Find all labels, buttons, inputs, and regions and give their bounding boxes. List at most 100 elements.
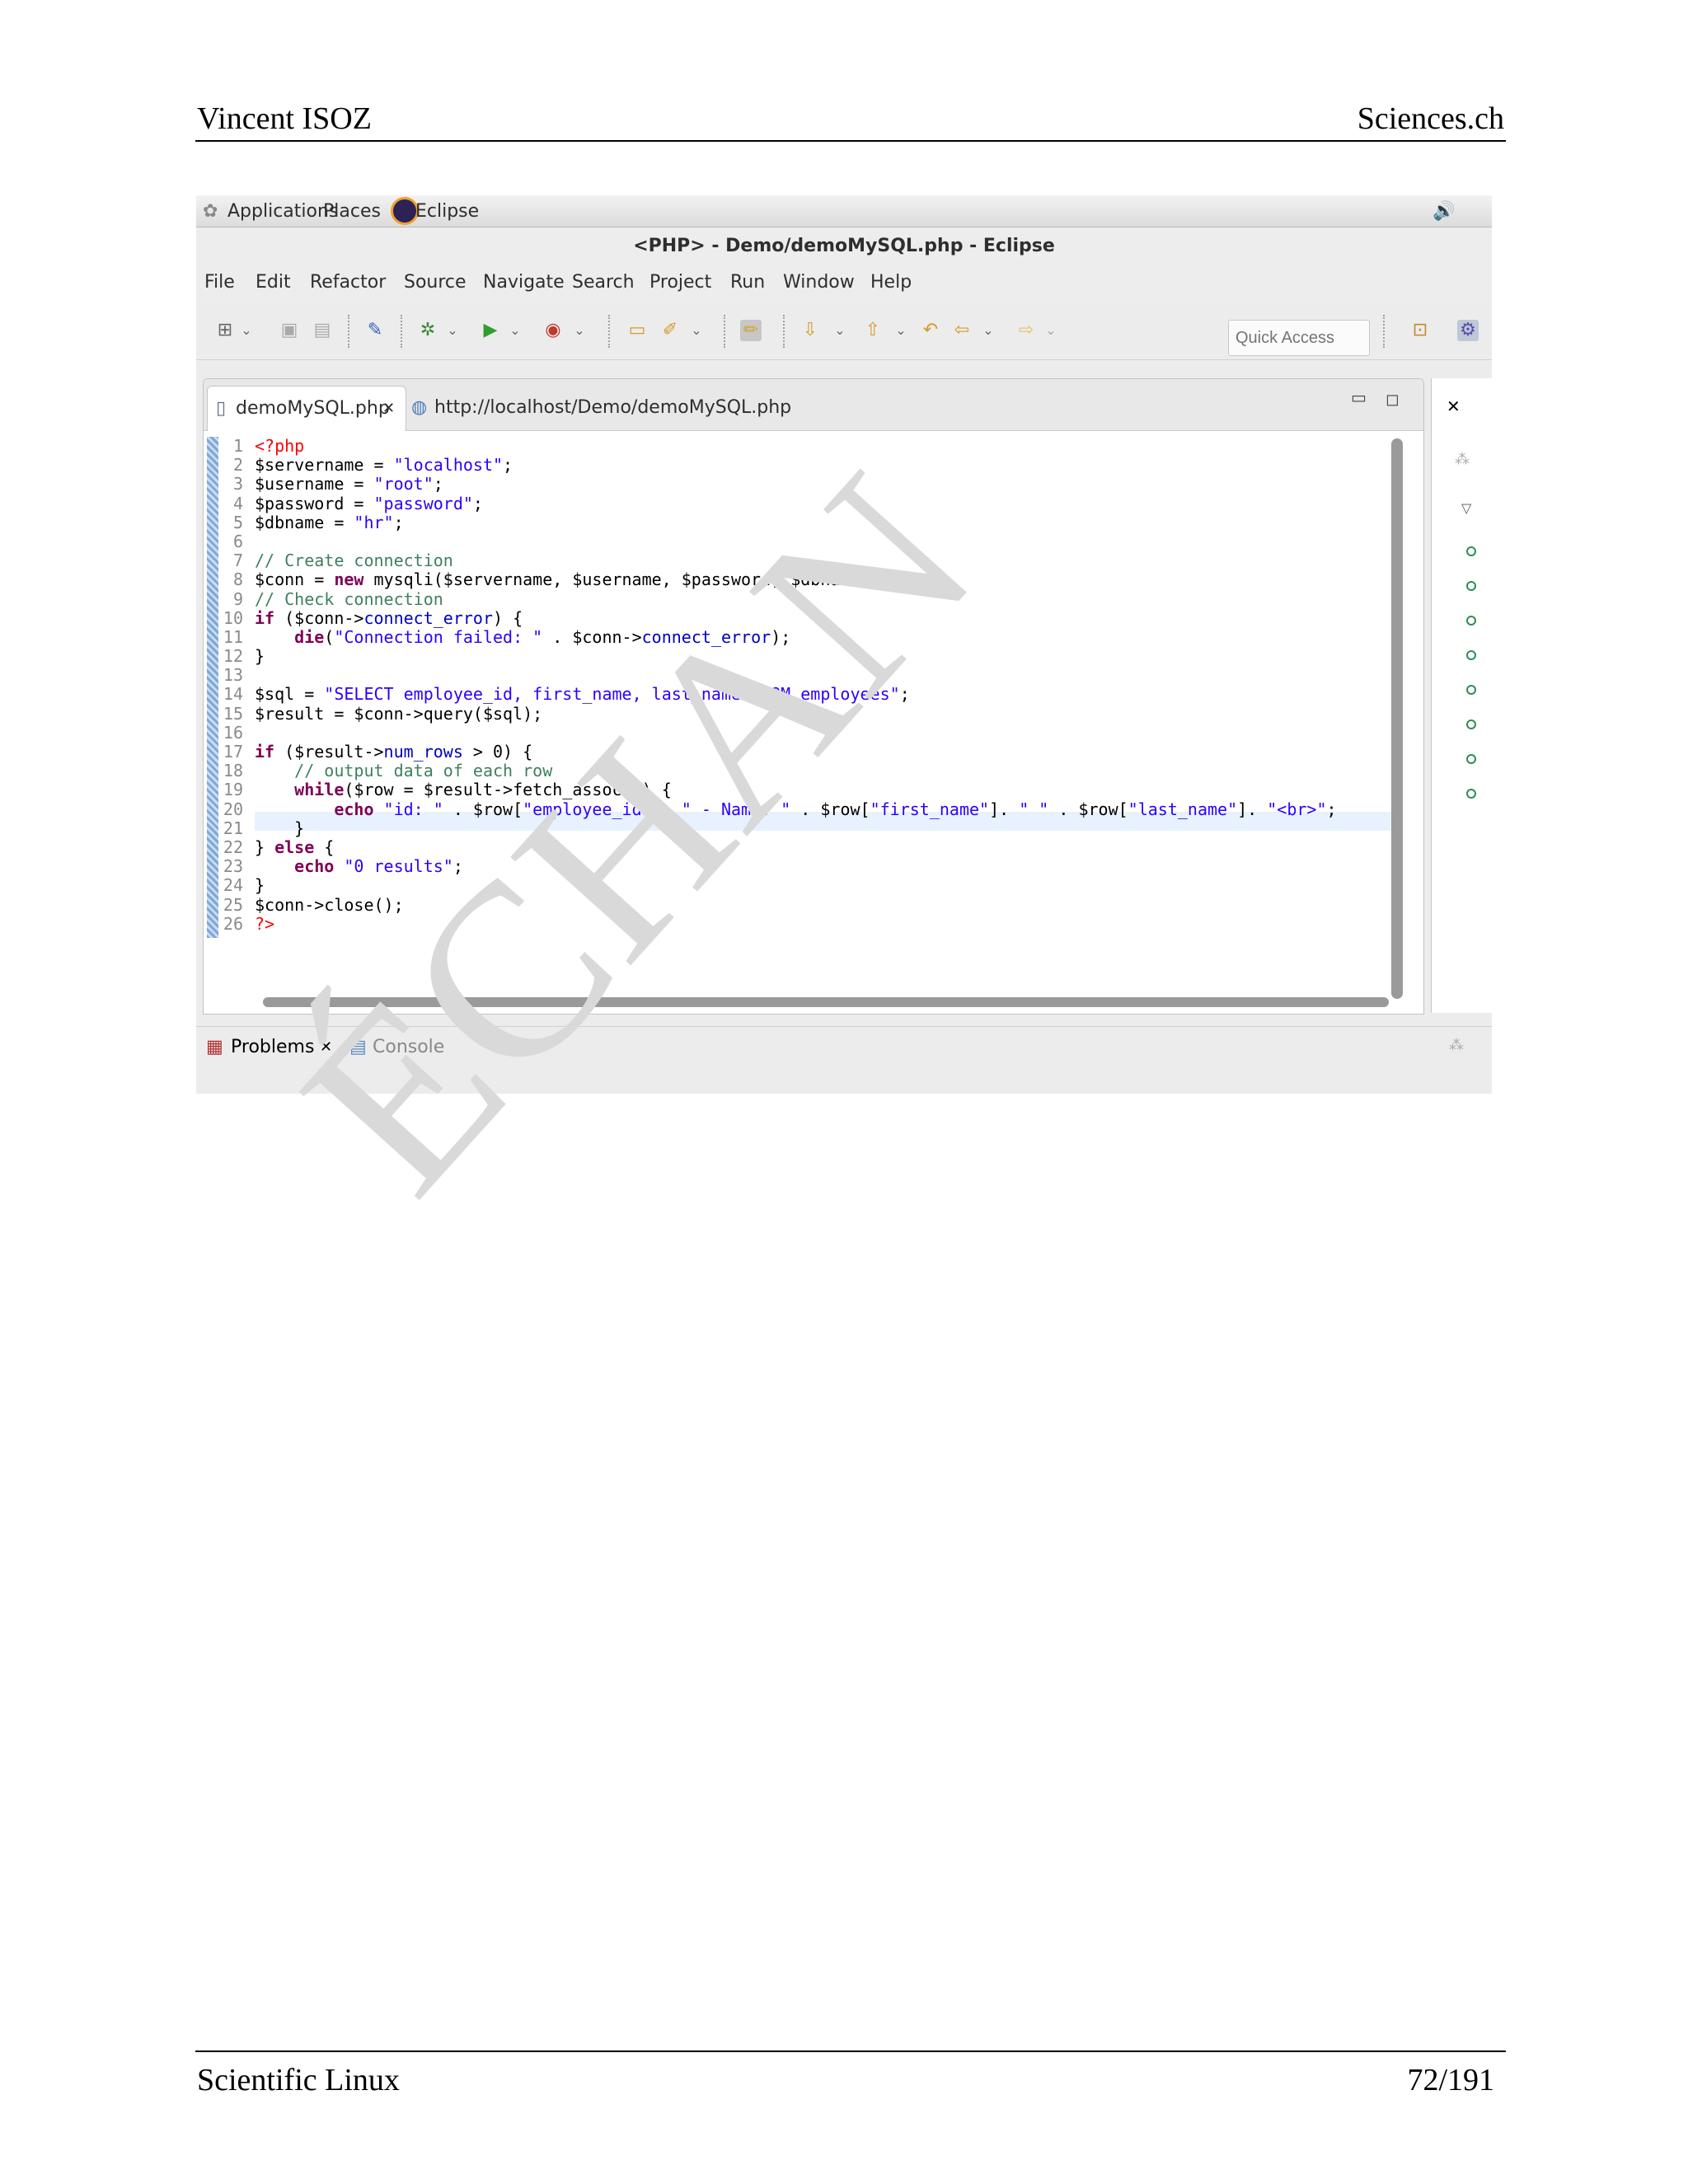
- maximize-icon[interactable]: ◻: [1386, 389, 1400, 409]
- external-tools-icon[interactable]: ◉: [542, 320, 564, 341]
- menu-file[interactable]: File: [204, 272, 235, 293]
- line-number: 21: [223, 818, 243, 838]
- open-folder-icon[interactable]: ▭: [626, 320, 648, 341]
- line-number: 15: [223, 703, 243, 724]
- outline-item-icon[interactable]: [1466, 581, 1476, 591]
- debug-icon[interactable]: ✲: [417, 320, 438, 341]
- close-icon[interactable]: ✕: [1447, 396, 1461, 416]
- tab-label: demoMySQL.php: [236, 398, 390, 419]
- highlight-icon[interactable]: ✏: [740, 320, 762, 341]
- places-menu[interactable]: Places: [323, 201, 381, 222]
- chevron-down-icon[interactable]: ⌄: [686, 320, 707, 341]
- chevron-down-icon[interactable]: ⌄: [890, 320, 912, 341]
- volume-icon[interactable]: 🔊: [1432, 201, 1455, 222]
- chevron-down-icon[interactable]: ⌄: [442, 320, 463, 341]
- pin-icon[interactable]: ✎: [364, 320, 386, 341]
- line-number: 13: [223, 665, 243, 686]
- minimize-icon[interactable]: ▭: [1351, 387, 1367, 407]
- outline-item-icon[interactable]: [1466, 754, 1476, 764]
- header-author: Vincent ISOZ: [197, 101, 372, 136]
- wand-icon[interactable]: ✐: [659, 320, 681, 341]
- menu-search[interactable]: Search: [572, 272, 635, 293]
- line-number: 9: [232, 588, 243, 609]
- chevron-down-icon[interactable]: ▽: [1461, 500, 1471, 516]
- eclipse-icon: [391, 197, 419, 225]
- toolbar-separator: [724, 315, 725, 348]
- outline-item-icon[interactable]: [1466, 650, 1476, 660]
- forward-icon[interactable]: ⇨: [1015, 320, 1037, 341]
- quick-access-input[interactable]: [1228, 320, 1370, 356]
- close-icon[interactable]: ✕: [382, 387, 395, 431]
- chevron-down-icon[interactable]: ⌄: [504, 320, 526, 341]
- line-number: 6: [232, 531, 243, 551]
- menu-source[interactable]: Source: [404, 272, 467, 293]
- eclipse-app-menu[interactable]: Eclipse: [415, 201, 479, 222]
- problems-icon: ▦: [206, 1037, 223, 1057]
- line-number: 5: [232, 512, 243, 532]
- chevron-down-icon[interactable]: ⌄: [1040, 320, 1062, 341]
- tab-demomysql-php[interactable]: ▯ demoMySQL.php ✕: [207, 386, 406, 431]
- editor-tabs: ▯ demoMySQL.php ✕ ◍ http://localhost/Dem…: [204, 379, 1423, 431]
- line-number: 24: [223, 875, 243, 896]
- new-icon[interactable]: ⊞: [214, 320, 236, 341]
- page-header: Vincent ISOZ Sciences.ch: [195, 97, 1506, 142]
- applications-menu[interactable]: Applications: [227, 201, 338, 222]
- php-perspective-icon[interactable]: ⚙: [1457, 320, 1479, 341]
- outline-item-icon[interactable]: [1466, 616, 1476, 626]
- line-number: 20: [223, 799, 243, 819]
- next-annotation-icon[interactable]: ⇩: [799, 320, 821, 341]
- line-number: 2: [232, 455, 243, 476]
- prev-annotation-icon[interactable]: ⇧: [862, 320, 884, 341]
- window-title: <PHP> - Demo/demoMySQL.php - Eclipse: [196, 227, 1492, 265]
- page-footer: Scientific Linux 72/191: [195, 2050, 1506, 2102]
- outline-item-icon[interactable]: [1466, 546, 1476, 556]
- toolbar-separator: [1383, 315, 1385, 348]
- globe-icon: ◍: [411, 397, 428, 418]
- line-number: 4: [232, 493, 243, 513]
- outline-item-icon[interactable]: [1466, 719, 1476, 729]
- line-number: 1: [232, 436, 243, 456]
- chevron-down-icon[interactable]: ⌄: [978, 320, 999, 341]
- line-number: 16: [223, 722, 243, 743]
- line-number: 3: [232, 474, 243, 494]
- chevron-down-icon[interactable]: ⌄: [829, 320, 851, 341]
- menu-edit[interactable]: Edit: [256, 272, 291, 293]
- open-perspective-icon[interactable]: ⊡: [1409, 320, 1431, 341]
- menu-help[interactable]: Help: [870, 272, 912, 293]
- view-menu-icon[interactable]: ⁂: [1455, 451, 1470, 468]
- line-number: 10: [223, 607, 243, 628]
- vertical-scrollbar[interactable]: [1391, 438, 1403, 999]
- run-icon[interactable]: ▶: [480, 320, 501, 341]
- page-number: 72/191: [1407, 2063, 1494, 2097]
- gnome-top-bar: ✿ Applications Places Eclipse 🔊: [196, 195, 1492, 227]
- line-number: 17: [223, 742, 243, 762]
- back-icon[interactable]: ⇦: [951, 320, 973, 341]
- footer-title: Scientific Linux: [197, 2063, 400, 2097]
- outline-item-icon[interactable]: [1466, 789, 1476, 799]
- last-edit-icon[interactable]: ↶: [920, 320, 941, 341]
- line-number: 11: [223, 626, 243, 647]
- line-number: 23: [223, 856, 243, 877]
- line-number: 25: [223, 894, 243, 915]
- line-number: 18: [223, 761, 243, 781]
- tab-label: http://localhost/Demo/demoMySQL.php: [434, 397, 792, 418]
- menu-project[interactable]: Project: [649, 272, 711, 293]
- menu-run[interactable]: Run: [730, 272, 765, 293]
- save-icon[interactable]: ▣: [279, 320, 300, 341]
- line-number-gutter: 1 2 3 4 5 6 7 8 9 10 11 12 13 14 15 16 1…: [218, 436, 243, 934]
- toolbar-separator: [608, 315, 610, 348]
- save-all-icon[interactable]: ▤: [312, 320, 333, 341]
- menu-navigate[interactable]: Navigate: [483, 272, 565, 293]
- header-site: Sciences.ch: [1357, 101, 1504, 136]
- menu-window[interactable]: Window: [783, 272, 855, 293]
- menu-refactor[interactable]: Refactor: [310, 272, 386, 293]
- line-number: 7: [232, 551, 243, 571]
- line-number: 19: [223, 780, 243, 800]
- overview-ruler: [207, 437, 218, 938]
- chevron-down-icon[interactable]: ⌄: [569, 320, 590, 341]
- view-menu-icon[interactable]: ⁂: [1449, 1037, 1464, 1054]
- chevron-down-icon[interactable]: ⌄: [236, 320, 257, 341]
- line-number: 14: [223, 684, 243, 705]
- line-number: 8: [232, 569, 243, 590]
- outline-item-icon[interactable]: [1466, 685, 1476, 695]
